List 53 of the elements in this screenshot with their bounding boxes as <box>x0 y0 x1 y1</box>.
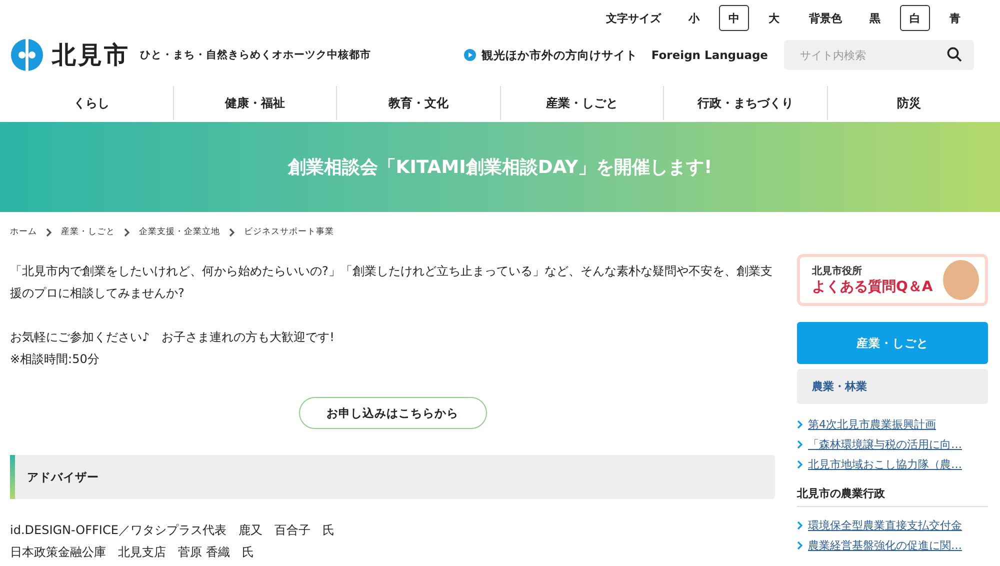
logo-text[interactable]: 北見市 <box>52 39 130 71</box>
breadcrumb-separator-icon <box>229 228 235 236</box>
background-color-option[interactable]: 黒 <box>860 5 890 31</box>
search-icon[interactable] <box>947 47 962 62</box>
apply-button[interactable]: お申し込みはこちらから <box>298 397 486 429</box>
chevron-icon <box>797 420 803 428</box>
faq-banner-subtitle: 北見市役所 <box>812 264 863 278</box>
body-paragraph: 「北見市内で創業をしたいけれど、何から始めたらいいの?」「創業したけれど立ち止まっている」など、そんな素朴な疑問や不安を、創業支援のプロに相談してみませんか? <box>10 263 774 302</box>
foreign-language-link[interactable]: Foreign Language <box>651 48 768 62</box>
advisor-text: id.DESIGN-OFFICE／ワタシプラス代表 鹿又 百合子 氏 <box>10 522 336 539</box>
chevron-icon <box>797 440 803 448</box>
section-heading: アドバイザー <box>10 455 775 499</box>
subcategory-header[interactable]: 農業・林業 <box>797 369 988 404</box>
breadcrumb-separator-icon <box>46 228 52 236</box>
background-color-label: 背景色 <box>809 10 842 26</box>
nav-item[interactable]: くらし <box>10 86 172 120</box>
sidebar-link[interactable]: 第4次北見市農業振興計画 <box>808 416 936 432</box>
advisor-text: 日本政策金融公庫 北見支店 菅原 香織 氏 <box>10 544 255 561</box>
tagline: ひと・まち・自然きらめくオホーツク中核都市 <box>140 48 371 62</box>
nav-item[interactable]: 防災 <box>826 86 990 120</box>
breadcrumb-separator-icon <box>124 228 130 236</box>
text-size-option[interactable]: 中 <box>719 5 749 31</box>
chevron-icon <box>797 520 803 530</box>
faq-banner[interactable]: 北見市役所 よくある質問Q＆A <box>797 254 988 306</box>
body-paragraph: ※相談時間:50分 <box>10 351 100 368</box>
nav-item[interactable]: 産業・しごと <box>500 86 663 120</box>
breadcrumb-link[interactable]: ビジネスサポート事業 <box>244 226 334 238</box>
play-circle-icon <box>464 49 476 61</box>
text-size-option[interactable]: 小 <box>679 5 709 31</box>
nav-item[interactable]: 行政・まちづくり <box>663 86 826 120</box>
tourism-site-link[interactable]: 観光ほか市外の方向けサイト <box>464 48 638 62</box>
nav-item[interactable]: 健康・福祉 <box>172 86 336 120</box>
background-color-option[interactable]: 青 <box>940 5 970 31</box>
body-paragraph: お気軽にご参加ください♪ お子さま連れの方も大歓迎です! <box>10 329 336 346</box>
chevron-icon <box>797 540 803 550</box>
breadcrumb-link[interactable]: 産業・しごと <box>61 226 115 238</box>
sidebar-link[interactable]: 農業経営基盤強化の促進に関… <box>808 538 962 552</box>
illustration-placeholder <box>943 260 979 300</box>
page-title: 創業相談会「KITAMI創業相談DAY」を開催します! <box>288 156 712 179</box>
search-field[interactable]: サイト内検索 <box>784 40 974 70</box>
text-size-label: 文字サイズ <box>606 10 661 26</box>
breadcrumb-link[interactable]: ホーム <box>10 226 37 238</box>
sidebar-link[interactable]: 環境保全型農業直接支払交付金 <box>808 518 962 532</box>
background-color-option[interactable]: 白 <box>900 5 930 31</box>
text-size-option[interactable]: 大 <box>759 5 789 31</box>
sidebar-link[interactable]: 北見市地域おこし協力隊（農… <box>808 456 962 472</box>
breadcrumb-link[interactable]: 企業支援・企業立地 <box>139 226 220 238</box>
nav-item[interactable]: 教育・文化 <box>336 86 500 120</box>
chevron-icon <box>797 460 803 468</box>
sidebar-section-title: 北見市の農業行政 <box>797 486 988 507</box>
sidebar-link[interactable]: 「森林環境譲与税の活用に向… <box>808 436 962 452</box>
logo-icon <box>10 38 44 72</box>
faq-banner-title: よくある質問Q＆A <box>812 278 934 296</box>
